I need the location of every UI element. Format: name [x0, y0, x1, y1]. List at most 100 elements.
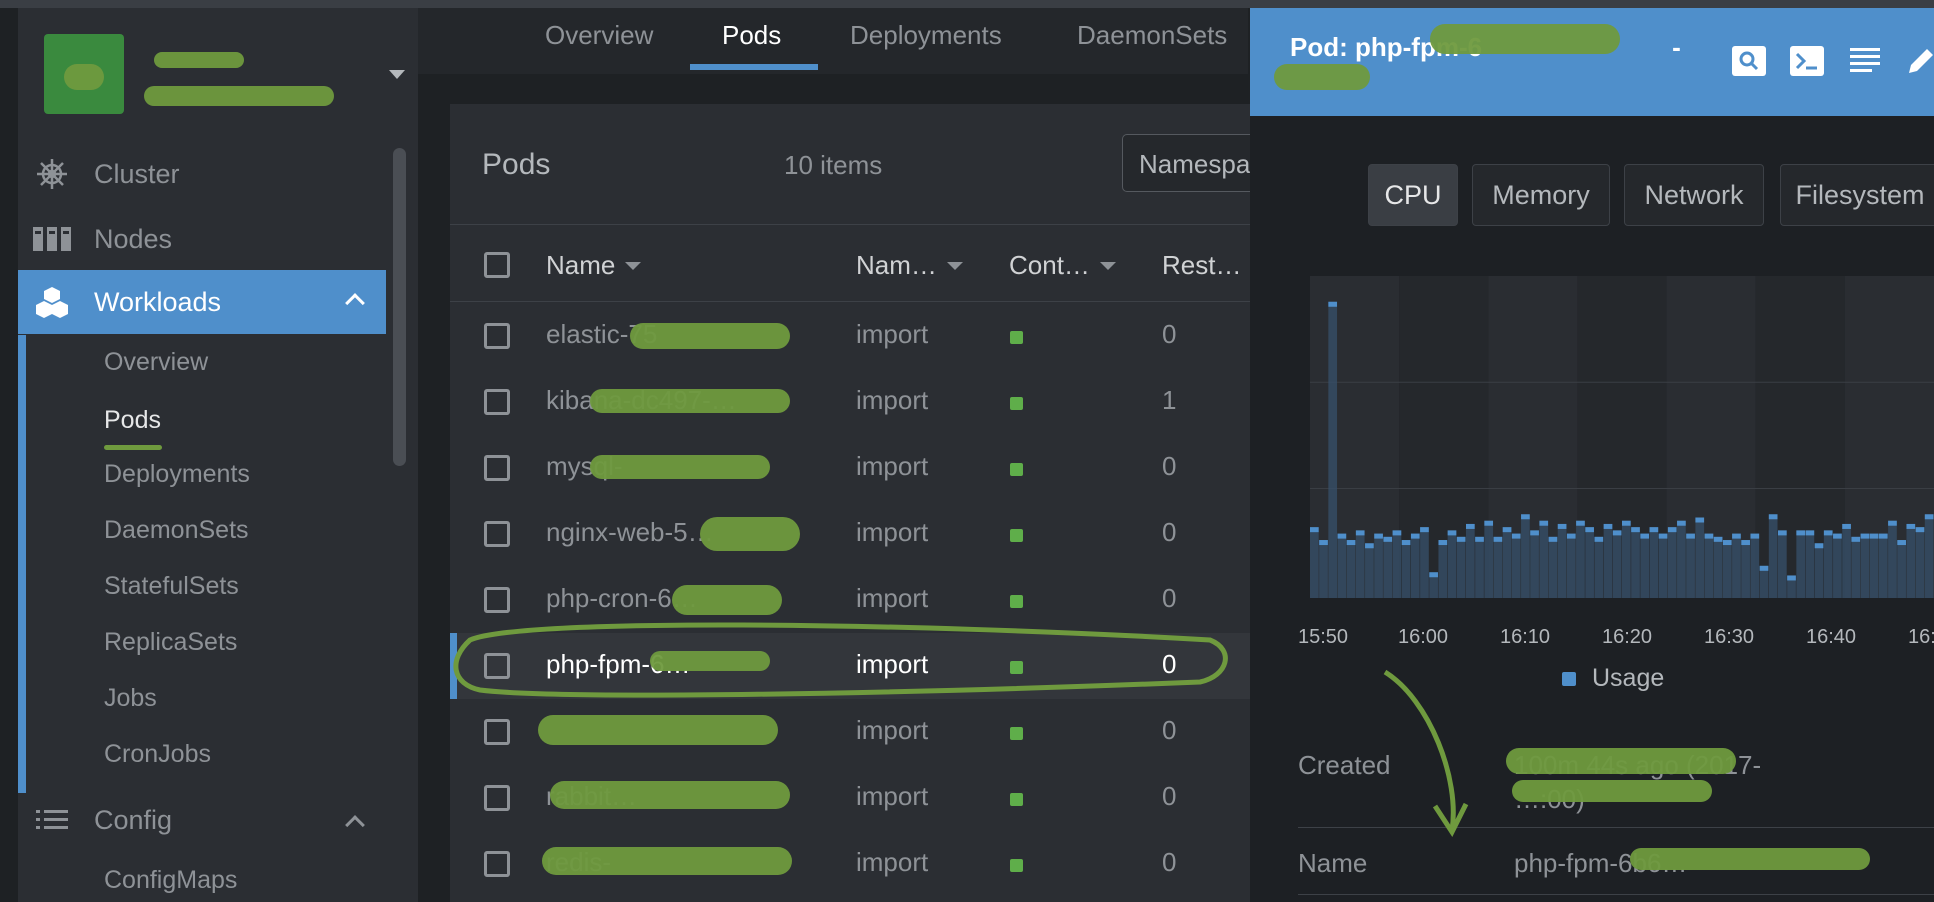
sidebar-subitem-cronjobs[interactable]: CronJobs	[104, 740, 211, 769]
chart-bar	[1768, 514, 1778, 598]
select-all-checkbox[interactable]	[484, 252, 510, 278]
row-checkbox[interactable]	[484, 785, 510, 811]
redaction-scribble	[538, 715, 778, 745]
sidebar-subitem-jobs[interactable]: Jobs	[104, 684, 157, 713]
chart-bar	[1484, 520, 1494, 598]
chart-bar	[1658, 533, 1668, 598]
chart-bar	[1383, 536, 1393, 598]
chart-bar	[1456, 536, 1466, 598]
container-status-dot	[1010, 793, 1023, 806]
chevron-up-icon[interactable]	[345, 293, 365, 313]
chart-bar	[1750, 533, 1760, 598]
redaction-scribble	[700, 517, 800, 551]
row-checkbox[interactable]	[484, 653, 510, 679]
column-header-containers[interactable]: Cont…	[1009, 250, 1116, 281]
container-status-dot	[1010, 529, 1023, 542]
row-checkbox[interactable]	[484, 521, 510, 547]
chart-bar-cap	[1851, 536, 1861, 542]
chart-bar	[1612, 530, 1622, 598]
sidebar-item-config[interactable]: Config	[18, 794, 386, 846]
metric-tab-memory[interactable]: Memory	[1472, 164, 1610, 226]
table-row[interactable]: elastic-75 import 0	[450, 303, 1250, 369]
chart-bar-cap	[1365, 543, 1374, 549]
chart-bar-cap	[1484, 520, 1494, 526]
chart-bar-cap	[1521, 514, 1530, 520]
logs-icon[interactable]	[1850, 46, 1884, 80]
redaction-scribble	[542, 847, 792, 875]
table-row[interactable]: mysql-import 0	[450, 435, 1250, 501]
list-icon	[32, 800, 72, 840]
chart-bar-cap	[1337, 533, 1347, 539]
pod-name[interactable]: nginx-web-5…	[546, 517, 714, 548]
edit-icon[interactable]	[1906, 46, 1934, 80]
table-row[interactable]: import 0	[450, 699, 1250, 765]
chart-bar-cap	[1420, 527, 1429, 533]
sidebar-subitem-statefulsets[interactable]: StatefulSets	[104, 572, 239, 601]
sidebar-subitem-replicasets[interactable]: ReplicaSets	[104, 628, 237, 657]
sidebar-subitem-configmaps[interactable]: ConfigMaps	[104, 866, 237, 895]
pod-namespace: import	[856, 385, 929, 415]
table-row[interactable]: kibana-dc497-…import1	[450, 369, 1250, 435]
sidebar-subitem-daemonsets[interactable]: DaemonSets	[104, 516, 249, 545]
terminal-icon[interactable]	[1790, 46, 1824, 80]
redaction-scribble	[590, 389, 790, 413]
chart-bar	[1557, 523, 1567, 598]
container-status-dot	[1010, 463, 1023, 476]
sidebar-subitem-overview[interactable]: Overview	[104, 348, 208, 377]
chart-bar-cap	[1805, 530, 1815, 536]
chevron-down-icon[interactable]	[389, 70, 405, 79]
pod-restarts: 0	[1162, 517, 1177, 547]
chart-bar	[1704, 533, 1714, 598]
chart-legend: Usage	[1562, 664, 1664, 693]
chart-bar-cap	[1410, 533, 1420, 539]
chart-bar	[1548, 536, 1558, 598]
chart-bar-cap	[1612, 530, 1622, 536]
chevron-up-icon[interactable]	[345, 815, 365, 835]
sidebar-item-workloads[interactable]: Workloads	[18, 270, 386, 334]
sidebar-item-nodes[interactable]: Nodes	[18, 213, 386, 265]
table-row[interactable]: php-fpm-6… import 0	[450, 633, 1250, 699]
chart-bar-cap	[1447, 530, 1457, 536]
metric-tab-cpu[interactable]: CPU	[1368, 164, 1458, 226]
x-tick-label: 16:40	[1806, 626, 1857, 648]
chart-bar	[1319, 540, 1328, 598]
chart-bar-cap	[1759, 565, 1769, 571]
sidebar-scrollbar[interactable]	[393, 148, 406, 466]
table-row[interactable]: rabbit…import0	[450, 765, 1250, 831]
row-checkbox[interactable]	[484, 851, 510, 877]
tab-overview[interactable]: Overview	[545, 20, 653, 51]
tab-pods[interactable]: Pods	[722, 20, 781, 51]
pod-restarts: 0	[1162, 451, 1177, 481]
sidebar-subitem-pods[interactable]: Pods	[104, 406, 161, 435]
cluster-selector[interactable]	[44, 34, 405, 124]
tab-deployments[interactable]: Deployments	[850, 20, 1002, 51]
row-checkbox[interactable]	[484, 587, 510, 613]
active-tab-indicator	[690, 64, 818, 70]
table-row[interactable]: redis-import0	[450, 831, 1250, 897]
column-header-name[interactable]: Name	[546, 250, 642, 281]
chart-bar	[1823, 530, 1833, 598]
table-row[interactable]: nginx-web-5… import 0	[450, 501, 1250, 567]
pod-namespace: import	[856, 583, 929, 613]
row-checkbox[interactable]	[484, 323, 510, 349]
sidebar-item-cluster[interactable]: Cluster	[18, 148, 386, 200]
row-checkbox[interactable]	[484, 719, 510, 745]
row-checkbox[interactable]	[484, 455, 510, 481]
metric-tab-filesystem[interactable]: Filesystem	[1780, 164, 1934, 226]
metric-tab-network[interactable]: Network	[1624, 164, 1764, 226]
search-icon[interactable]	[1732, 46, 1766, 80]
chart-bar-cap	[1355, 530, 1365, 536]
column-header-namespace[interactable]: Nam…	[856, 250, 963, 281]
row-checkbox[interactable]	[484, 389, 510, 415]
annotation-underline	[104, 445, 162, 450]
tab-daemonsets[interactable]: DaemonSets	[1077, 20, 1227, 51]
pod-restarts: 0	[1162, 715, 1177, 745]
column-header-restarts[interactable]: Rest…	[1162, 250, 1241, 281]
sidebar-item-label: Config	[94, 804, 173, 835]
table-row[interactable]: php-cron-6… import 0	[450, 567, 1250, 633]
chart-bar-cap	[1787, 575, 1796, 581]
drawer-header: Pod: php-fpm-6-	[1250, 8, 1934, 116]
sidebar-subitem-deployments[interactable]: Deployments	[104, 460, 250, 489]
x-tick-label: 16:10	[1500, 626, 1551, 648]
cpu-chart-svg	[1310, 276, 1934, 598]
